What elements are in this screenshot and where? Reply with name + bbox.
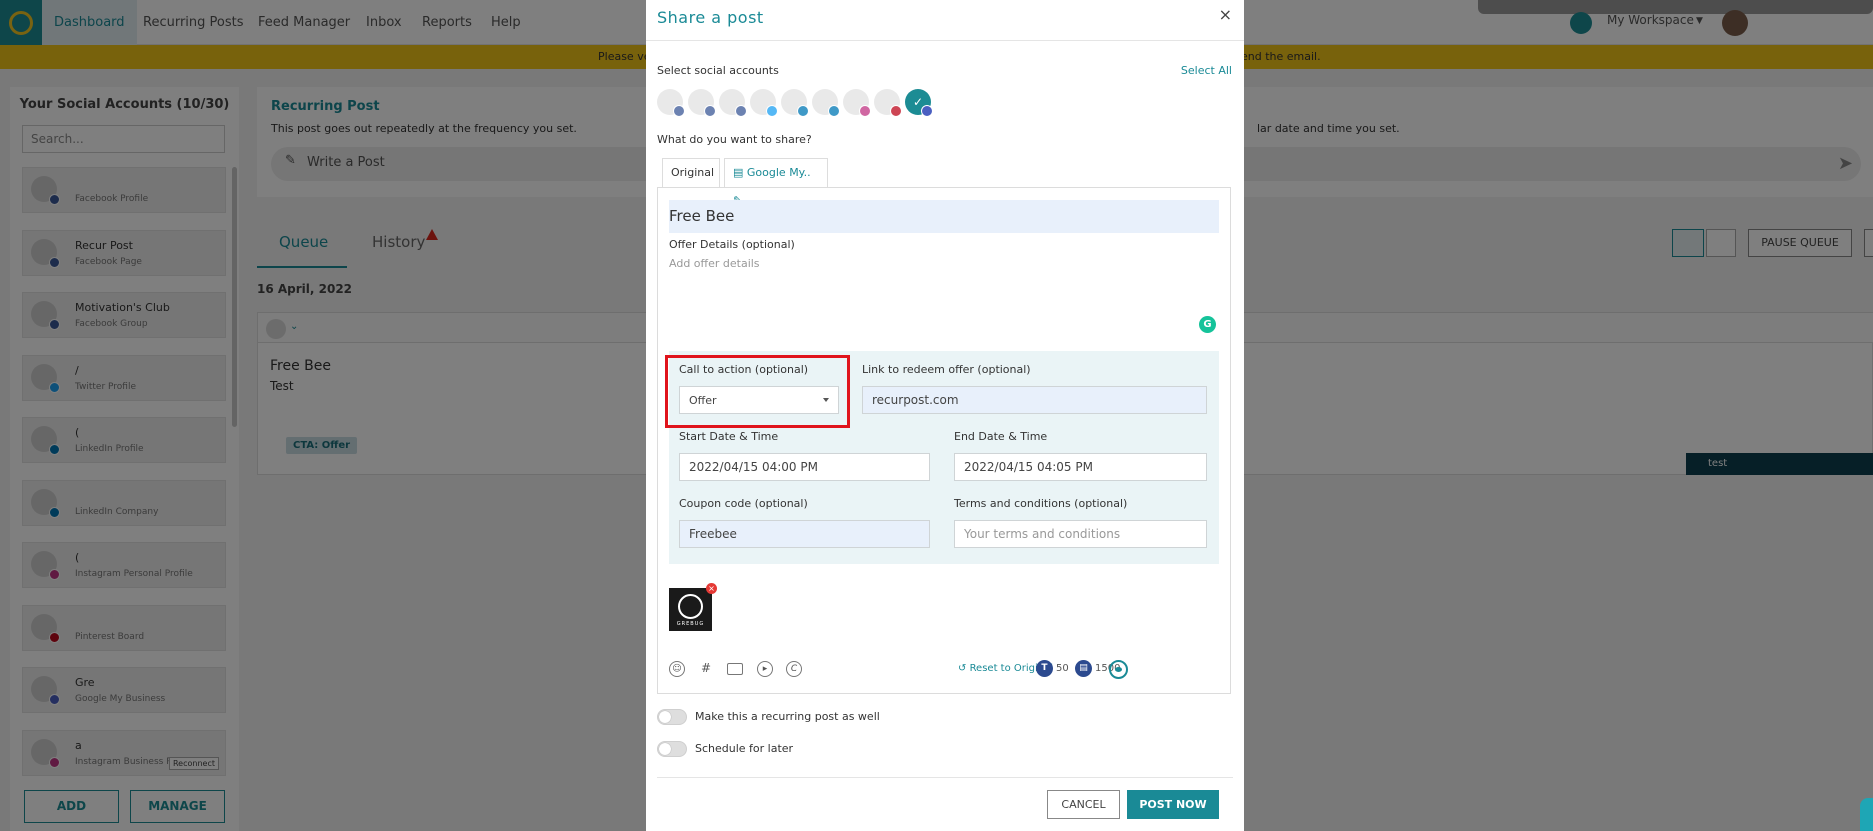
image-logo-mark	[678, 594, 703, 619]
highlight-annotation-box	[665, 355, 850, 428]
modal-header-divider	[646, 40, 1244, 41]
start-date-label: Start Date & Time	[679, 430, 779, 443]
account-select-avatar[interactable]: ✓	[905, 89, 933, 117]
offer-title-input[interactable]: Free Bee	[669, 200, 1219, 233]
recurring-toggle[interactable]	[657, 709, 687, 725]
post-now-button[interactable]: POST NOW	[1127, 790, 1219, 819]
preview-eye-icon[interactable]	[1109, 660, 1128, 679]
end-date-label: End Date & Time	[954, 430, 1048, 443]
account-select-avatar[interactable]	[781, 89, 809, 117]
cancel-button[interactable]: CANCEL	[1047, 790, 1120, 819]
network-badge-icon	[766, 105, 778, 117]
modal-footer-divider	[657, 777, 1233, 778]
account-select-avatar[interactable]	[719, 89, 747, 117]
hashtag-icon[interactable]: #	[698, 661, 714, 677]
schedule-toggle[interactable]	[657, 741, 687, 757]
twitter-char-count: 50	[1056, 663, 1069, 674]
network-badge-icon	[921, 105, 933, 117]
network-badge-icon	[797, 105, 809, 117]
image-icon[interactable]	[727, 663, 743, 675]
video-icon[interactable]: ▸	[757, 661, 773, 677]
schedule-toggle-label: Schedule for later	[695, 742, 794, 755]
twitter-count-icon: T	[1036, 660, 1053, 677]
modal-title: Share a post	[657, 8, 764, 27]
tab-gmb-label: Google My..	[746, 166, 811, 179]
offer-details-label: Offer Details (optional)	[669, 238, 795, 251]
document-icon: ▤	[733, 166, 744, 179]
attached-image-thumbnail[interactable]: GREBUG ×	[669, 583, 717, 631]
thumb-caption: GREBUG	[676, 621, 705, 627]
offer-details-input[interactable]: Add offer details	[669, 257, 760, 270]
chat-widget-button[interactable]	[1860, 798, 1873, 831]
remove-image-icon[interactable]: ×	[706, 583, 717, 594]
tab-google-my-business[interactable]: ▤ Google My.. ✎	[724, 158, 828, 207]
account-select-avatar[interactable]	[874, 89, 902, 117]
start-date-input[interactable]: 2022/04/15 04:00 PM	[679, 453, 930, 481]
gmb-count-icon: ▤	[1075, 660, 1092, 677]
select-accounts-label: Select social accounts	[657, 64, 779, 77]
account-select-avatar[interactable]	[843, 89, 871, 117]
offer-title-value: Free Bee	[669, 207, 735, 225]
terms-label: Terms and conditions (optional)	[954, 497, 1128, 510]
close-icon[interactable]: ×	[1219, 5, 1232, 24]
network-badge-icon	[890, 105, 902, 117]
network-badge-icon	[735, 105, 747, 117]
network-badge-icon	[673, 105, 685, 117]
terms-input[interactable]: Your terms and conditions	[954, 520, 1207, 548]
account-select-avatar[interactable]	[657, 89, 685, 117]
post-editor: Free Bee Offer Details (optional) Add of…	[657, 187, 1231, 694]
recurring-toggle-label: Make this a recurring post as well	[695, 710, 880, 723]
link-label: Link to redeem offer (optional)	[862, 363, 1031, 376]
end-date-input[interactable]: 2022/04/15 04:05 PM	[954, 453, 1207, 481]
canva-icon[interactable]: C	[786, 661, 802, 677]
select-all-link[interactable]: Select All	[1181, 64, 1232, 77]
terms-placeholder: Your terms and conditions	[964, 527, 1121, 541]
account-select-avatar[interactable]	[688, 89, 716, 117]
link-input[interactable]: recurpost.com	[862, 386, 1207, 414]
network-badge-icon	[704, 105, 716, 117]
account-select-avatar[interactable]	[750, 89, 778, 117]
account-select-avatar[interactable]	[812, 89, 840, 117]
grammarly-icon[interactable]: G	[1199, 316, 1216, 333]
network-badge-icon	[828, 105, 840, 117]
editor-toolbar: ☺ # ▸ C ↺ Reset to Original T 50 ▤ 1500	[669, 659, 1221, 681]
coupon-label: Coupon code (optional)	[679, 497, 808, 510]
tab-original[interactable]: Original	[662, 158, 720, 188]
coupon-input[interactable]: Freebee	[679, 520, 930, 548]
share-question-label: What do you want to share?	[657, 133, 812, 146]
emoji-icon[interactable]: ☺	[669, 661, 685, 677]
network-badge-icon	[859, 105, 871, 117]
